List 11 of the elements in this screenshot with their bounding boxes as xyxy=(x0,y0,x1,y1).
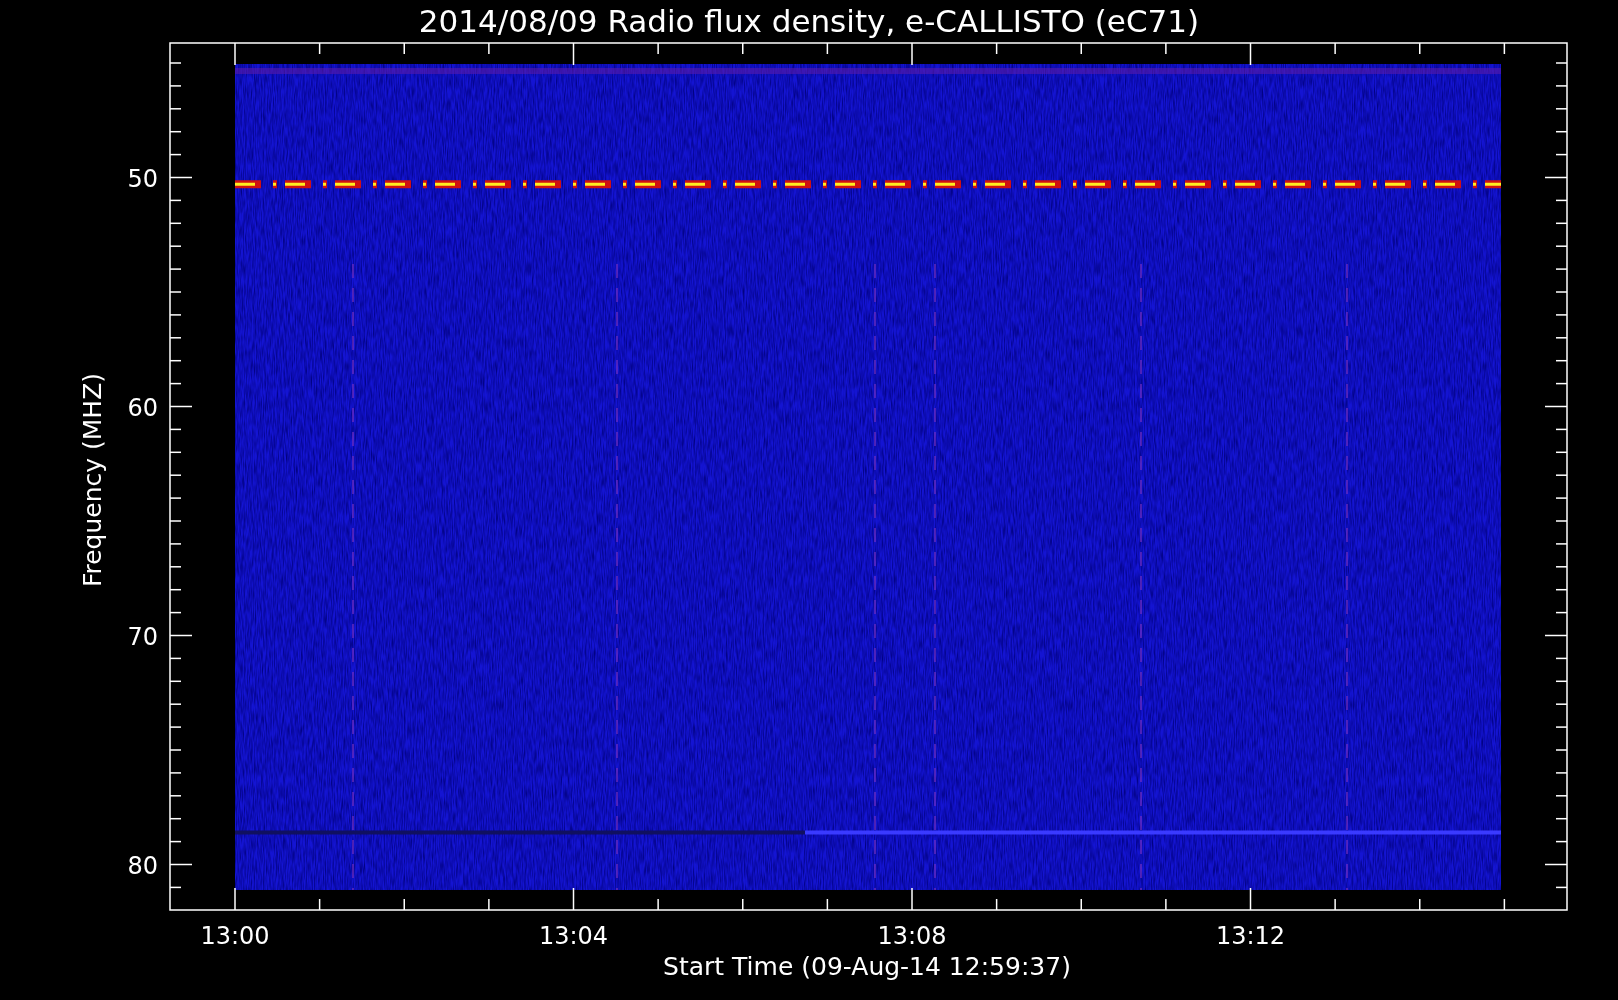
x-axis-label: Start Time (09-Aug-14 12:59:37) xyxy=(663,952,1071,981)
y-axis-label: Frequency (MHZ) xyxy=(78,372,107,588)
chart-title: 2014/08/09 Radio flux density, e-CALLISTO (eC71) xyxy=(418,3,1200,39)
y-tick-label: 70 xyxy=(127,622,158,651)
x-tick-label: 13:08 xyxy=(877,922,947,950)
y-tick-label: 60 xyxy=(127,393,158,422)
x-tick-label: 13:00 xyxy=(200,922,270,950)
y-tick-label: 50 xyxy=(127,164,158,193)
x-tick-label: 13:04 xyxy=(538,922,609,950)
y-tick-label: 80 xyxy=(127,851,158,880)
x-tick-label: 13:12 xyxy=(1215,922,1286,950)
